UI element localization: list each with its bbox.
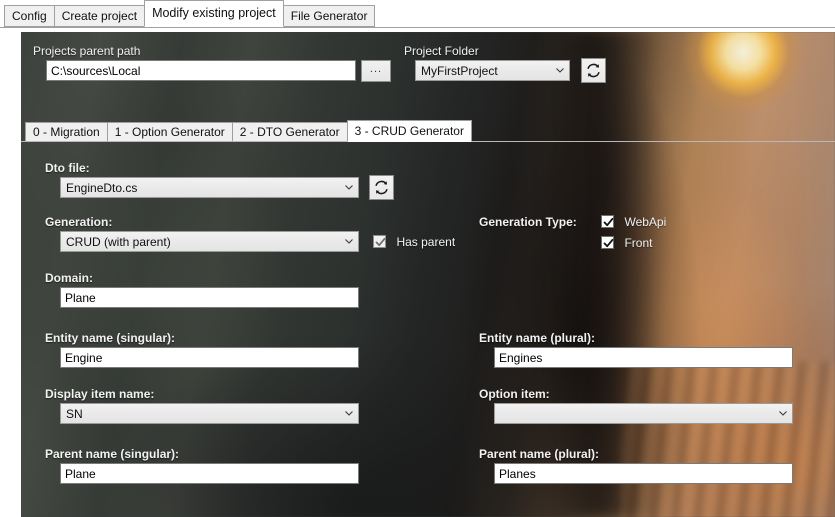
generator-tab-container: 0 - Migration 1 - Option Generator 2 - D… [21,120,835,517]
checkbox-box [373,235,386,248]
option-item-select[interactable] [494,403,793,424]
chevron-down-icon [345,239,353,244]
project-folder-value: MyFirstProject [421,64,498,78]
projects-parent-path-input[interactable]: C:\sources\Local [46,60,356,81]
chevron-down-icon [345,411,353,416]
generation-label: Generation: [45,215,113,229]
parent-name-plural-label: Parent name (plural): [479,447,600,461]
tab-file-generator[interactable]: File Generator [282,5,376,27]
browse-parent-path-button[interactable]: ... [361,60,391,82]
display-item-name-label: Display item name: [45,387,155,401]
subtab-crud-generator[interactable]: 3 - CRUD Generator [346,120,472,142]
domain-input[interactable]: Plane [60,287,359,308]
option-item-label: Option item: [479,387,550,401]
dto-file-label: Dto file: [45,161,90,175]
tab-modify-existing-project[interactable]: Modify existing project [144,0,284,27]
domain-label: Domain: [45,271,93,285]
chevron-down-icon [556,68,564,73]
chevron-down-icon [345,185,353,190]
tab-config[interactable]: Config [4,5,55,27]
subtab-migration[interactable]: 0 - Migration [25,122,108,142]
parent-name-singular-label: Parent name (singular): [45,447,180,461]
display-item-name-value: SN [66,407,83,421]
refresh-project-folder-button[interactable] [581,58,606,83]
entity-name-plural-input[interactable]: Engines [494,347,793,368]
main-tab-bar: Config Create project Modify existing pr… [0,0,835,28]
generator-tab-bar: 0 - Migration 1 - Option Generator 2 - D… [21,120,835,142]
check-icon [603,217,614,227]
project-folder-label: Project Folder [404,44,479,58]
projects-parent-path-label: Projects parent path [33,44,141,58]
parent-name-plural-input[interactable]: Planes [494,463,793,484]
subtab-dto-generator[interactable]: 2 - DTO Generator [231,122,348,142]
refresh-icon [587,63,600,78]
background-photo-panel: Projects parent path C:\sources\Local ..… [21,32,835,517]
generation-value: CRUD (with parent) [66,235,171,249]
has-parent-label: Has parent [396,235,456,249]
entity-name-plural-label: Entity name (plural): [479,331,596,345]
dto-file-select[interactable]: EngineDto.cs [60,177,359,198]
generation-type-front-label: Front [624,236,653,250]
project-location-row: Projects parent path C:\sources\Local ..… [21,32,835,120]
tab-page-modify-existing-project: Projects parent path C:\sources\Local ..… [0,28,835,517]
check-icon [375,237,386,247]
generation-type-webapi-checkbox[interactable]: WebApi [601,213,666,231]
display-item-name-select[interactable]: SN [60,403,359,424]
checkbox-box [601,236,614,249]
tab-create-project[interactable]: Create project [53,5,146,27]
generation-select[interactable]: CRUD (with parent) [60,231,359,252]
has-parent-checkbox[interactable]: Has parent [373,233,455,251]
dto-file-value: EngineDto.cs [66,181,138,195]
chevron-down-icon [779,411,787,416]
refresh-dto-file-button[interactable] [369,175,394,200]
parent-name-singular-input[interactable]: Plane [60,463,359,484]
check-icon [603,238,614,248]
crud-generator-panel: Dto file: EngineDto.cs Generation: CRUD … [21,141,835,506]
subtab-option-generator[interactable]: 1 - Option Generator [106,122,233,142]
checkbox-box [601,215,614,228]
generation-type-webapi-label: WebApi [624,215,667,229]
entity-name-singular-input[interactable]: Engine [60,347,359,368]
generation-type-label: Generation Type: [479,215,577,229]
application-window: Config Create project Modify existing pr… [0,0,835,517]
generation-type-front-checkbox[interactable]: Front [601,234,652,252]
refresh-icon [375,180,388,195]
entity-name-singular-label: Entity name (singular): [45,331,176,345]
project-folder-select[interactable]: MyFirstProject [415,60,570,81]
